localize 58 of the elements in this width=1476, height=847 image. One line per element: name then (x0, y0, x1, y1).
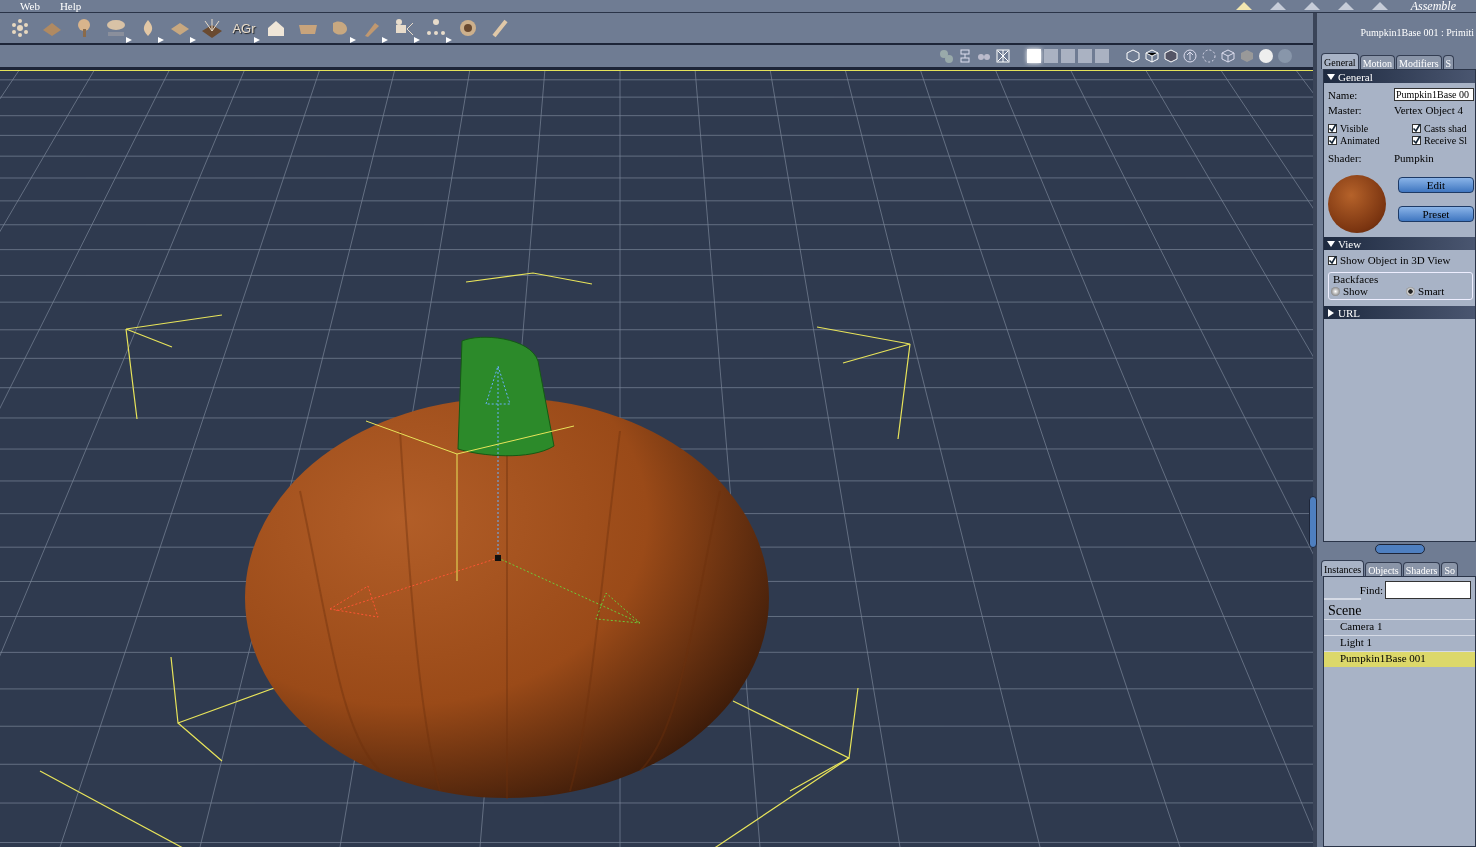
checkbox-label: Receive Sl (1424, 135, 1468, 146)
value: Vertex Object 4 (1394, 103, 1465, 116)
dotted-circle-icon[interactable] (1201, 48, 1217, 65)
list-item[interactable]: Pumpkin1Base 001 (1324, 651, 1475, 667)
sphere-cluster-icon[interactable] (938, 48, 954, 65)
collapse-triangle-icon (1327, 72, 1335, 81)
shader-button[interactable]: Edit (1398, 177, 1474, 193)
menu-item[interactable]: Web (20, 0, 40, 12)
label: Name: (1328, 88, 1359, 101)
checkbox[interactable] (1328, 136, 1337, 145)
value: Pumpkin (1394, 151, 1435, 164)
scene-heading: Scene (1324, 598, 1362, 618)
radio-label: Smart (1418, 285, 1445, 297)
collapse-triangle-icon (1327, 239, 1335, 248)
label: Find: (1359, 584, 1383, 596)
arrow-circle-icon[interactable] (1182, 48, 1198, 65)
menu-item[interactable]: Help (59, 0, 82, 12)
find-field[interactable] (1385, 581, 1471, 599)
plant-icon (201, 17, 223, 40)
checkbox[interactable] (1412, 124, 1421, 133)
layout-button[interactable] (1061, 49, 1075, 64)
layout-button[interactable] (1044, 49, 1058, 64)
room-title: Assemble (1410, 0, 1456, 12)
checkbox-label: Show Object in 3D View (1340, 254, 1451, 266)
molecule-icon (9, 17, 31, 40)
layout-button[interactable] (1078, 49, 1092, 64)
checkbox[interactable] (1328, 255, 1337, 265)
checkbox-label: Casts shad (1424, 123, 1467, 134)
list-item[interactable]: Camera 1 (1324, 619, 1475, 635)
layout-button[interactable] (1095, 49, 1109, 64)
section-header[interactable]: URL (1324, 306, 1475, 319)
section-header[interactable]: View (1324, 237, 1475, 250)
panel-resize-handle[interactable] (1309, 496, 1317, 548)
wire-cube-icon[interactable] (1220, 48, 1236, 65)
cube-icon[interactable] (1144, 48, 1160, 65)
checkbox-label: Visible (1340, 123, 1369, 134)
sphere-icon[interactable] (1258, 48, 1274, 65)
tab[interactable]: Instances (1321, 560, 1365, 576)
splitter-handle[interactable] (1374, 544, 1425, 554)
name-field[interactable]: Pumpkin1Base 00 (1394, 88, 1474, 101)
checkbox[interactable] (1412, 136, 1421, 145)
radio-button[interactable] (1406, 286, 1416, 296)
shader-button[interactable]: Preset (1398, 206, 1474, 222)
expand-triangle-icon (1327, 308, 1335, 317)
label: Shader: (1328, 151, 1363, 164)
layout-button[interactable] (1027, 49, 1041, 64)
shader-preview-sphere (1328, 175, 1386, 233)
flowchart-icon[interactable] (957, 48, 973, 65)
tab[interactable]: General (1321, 53, 1359, 69)
solid-cube-icon[interactable] (1239, 48, 1255, 65)
radio-label: Show (1343, 285, 1369, 297)
panel-title: Pumpkin1Base 001 : Primiti (1359, 26, 1475, 40)
checkbox-label: Animated (1340, 135, 1380, 146)
label: Master: (1328, 103, 1363, 116)
checkbox[interactable] (1328, 124, 1337, 133)
radio-button[interactable] (1331, 286, 1340, 296)
section-header[interactable]: General (1324, 70, 1475, 83)
group-label: Backfaces (1332, 273, 1380, 285)
